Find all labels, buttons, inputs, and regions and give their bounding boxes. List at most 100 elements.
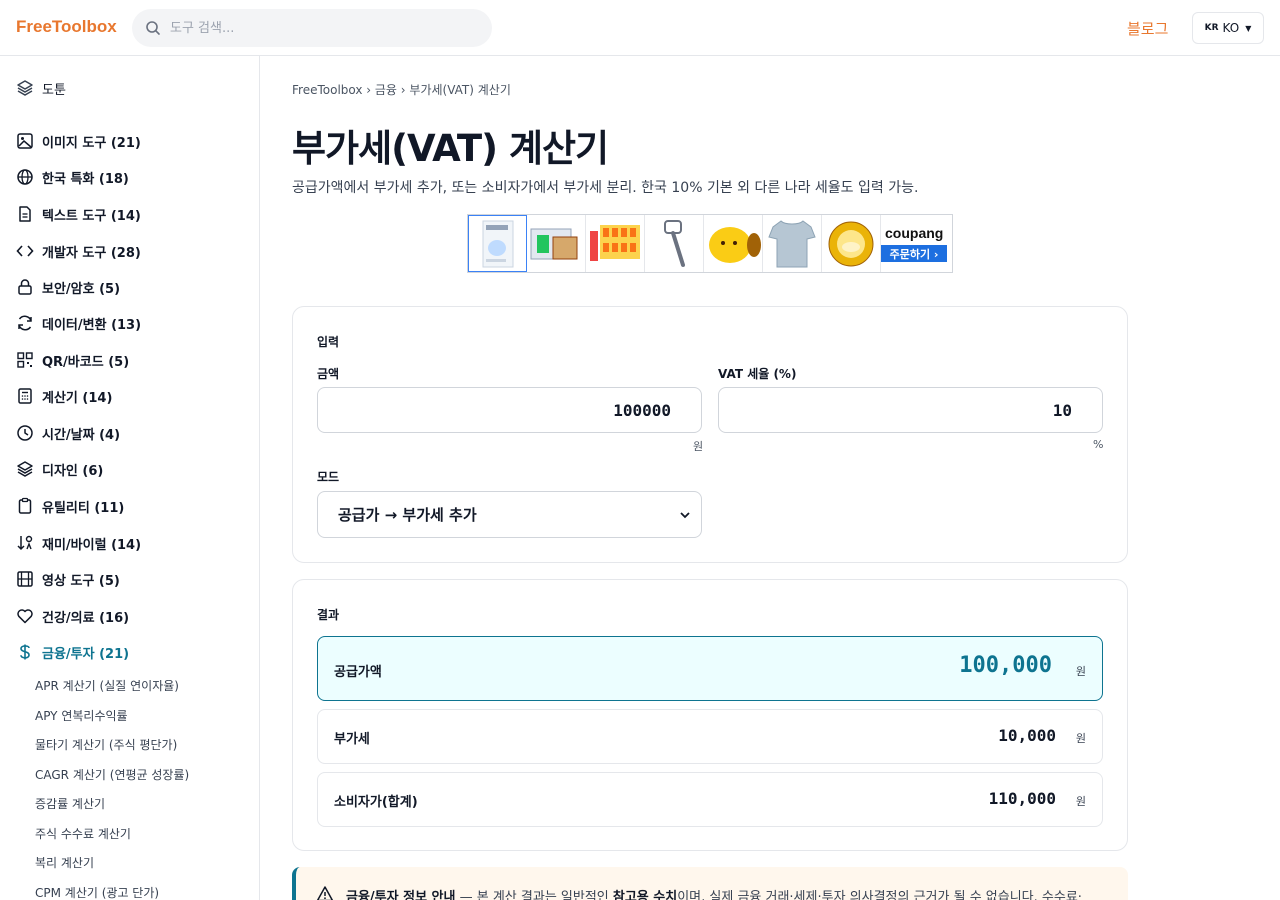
sort-icon [17, 535, 33, 551]
tshirt-image-icon [768, 220, 816, 268]
sidebar-item-label: QR/바코드 (5) [42, 354, 130, 370]
search-bar[interactable] [132, 9, 492, 47]
calculator-icon [18, 388, 32, 404]
book-image-icon [482, 220, 514, 268]
breadcrumb[interactable]: FreeToolbox › 금융 › 부가세(VAT) 계산기 [292, 81, 511, 98]
ad-product-drinks[interactable] [586, 215, 645, 272]
code-icon [16, 245, 34, 257]
sidebar-item-health[interactable]: 건강/의료 (16) [16, 605, 129, 627]
sidebar-item-label: 이미지 도구 (21) [42, 135, 141, 151]
sidebar-item-label: 도툰 [42, 82, 66, 98]
eye-patch-image-icon [828, 221, 874, 267]
blog-link[interactable]: 블로그 [1127, 18, 1168, 39]
sidebar-item-label: 보안/암호 (5) [42, 281, 121, 297]
amount-field[interactable] [317, 387, 702, 433]
sidebar-item-security[interactable]: 보안/암호 (5) [16, 276, 120, 298]
result-value: 100,000 [959, 653, 1052, 678]
sidebar: 도툰 이미지 도구 (21) 한국 특화 (18) 텍스트 도구 (14) 개발… [0, 56, 260, 900]
sidebar-subitem-change-rate[interactable]: 증감률 계산기 [35, 795, 105, 812]
vat-rate-field[interactable] [718, 387, 1103, 433]
input-card: 입력 금액 원 VAT 세율 (%) % 모드 공급가 → 부가세 추가 [292, 306, 1128, 563]
globe-icon [17, 169, 33, 185]
lock-icon [18, 279, 32, 295]
sidebar-subitem-avg-price[interactable]: 물타기 계산기 (주식 평단가) [35, 736, 177, 753]
sidebar-item-time[interactable]: 시간/날짜 (4) [16, 422, 120, 444]
drinks-image-icon [590, 225, 640, 261]
top-header: FreeToolbox 블로그 KR KO ▼ [0, 0, 1280, 56]
sidebar-item-utility[interactable]: 유틸리티 (11) [16, 495, 124, 517]
ad-banner[interactable]: coupang 주문하기 › [467, 214, 953, 273]
clipboard-icon [18, 497, 32, 514]
sidebar-item-finance[interactable]: 금융/투자 (21) [16, 641, 129, 663]
result-total-row: 소비자가(합계) 110,000 원 [317, 772, 1103, 827]
clock-icon [17, 425, 33, 441]
mode-select[interactable]: 공급가 → 부가세 추가 [317, 491, 702, 538]
notice-text-part1: — 본 계산 결과는 일반적인 [455, 890, 613, 900]
sidebar-subitem-compound[interactable]: 복리 계산기 [35, 854, 94, 871]
ad-product-peeler[interactable] [645, 215, 704, 272]
vat-rate-label: VAT 세율 (%) [718, 367, 797, 381]
dollar-icon [20, 644, 30, 660]
result-vat-row: 부가세 10,000 원 [317, 709, 1103, 764]
sidebar-item-label: 텍스트 도구 (14) [42, 208, 141, 224]
film-icon [17, 571, 33, 587]
sidebar-item-home[interactable]: 도툰 [16, 77, 66, 99]
sidebar-subitem-apr[interactable]: APR 계산기 (실질 연이자율) [35, 677, 179, 694]
notice-text: 금융/투자 정보 안내 — 본 계산 결과는 일반적인 참고용 수치이며, 실제… [346, 886, 1082, 900]
sidebar-item-dev[interactable]: 개발자 도구 (28) [16, 240, 141, 262]
pillow-image-icon [709, 227, 761, 263]
sidebar-item-data[interactable]: 데이터/변환 (13) [16, 312, 141, 334]
ad-product-tshirt[interactable] [763, 215, 822, 272]
heart-icon [17, 609, 33, 624]
coupang-logo: coupang [885, 225, 944, 241]
sidebar-item-image[interactable]: 이미지 도구 (21) [16, 130, 141, 152]
sidebar-item-label: 데이터/변환 (13) [42, 317, 142, 333]
sidebar-item-label: 금융/투자 (21) [42, 646, 130, 662]
result-value: 110,000 [988, 789, 1056, 808]
page-title: 부가세(VAT) 계산기 [292, 127, 609, 170]
ad-product-book[interactable] [468, 215, 527, 272]
file-text-icon [19, 206, 31, 222]
sidebar-item-label: 한국 특화 (18) [42, 171, 129, 187]
sidebar-item-korea[interactable]: 한국 특화 (18) [16, 166, 129, 188]
language-selector[interactable]: KR KO ▼ [1192, 12, 1264, 44]
sidebar-item-label: 계산기 (14) [42, 390, 113, 406]
sidebar-item-fun[interactable]: 재미/바이럴 (14) [16, 532, 141, 554]
qr-icon [17, 352, 33, 368]
ad-product-pillow[interactable] [704, 215, 763, 272]
sidebar-subitem-cagr[interactable]: CAGR 계산기 (연평균 성장률) [35, 766, 189, 783]
result-unit: 원 [1075, 665, 1086, 678]
sidebar-item-text[interactable]: 텍스트 도구 (14) [16, 203, 141, 225]
vat-rate-input[interactable] [719, 388, 1102, 432]
layers-icon [17, 80, 33, 96]
peeler-image-icon [664, 220, 685, 267]
order-button[interactable]: 주문하기 › [881, 245, 947, 262]
mode-selected-value: 공급가 → 부가세 추가 [338, 506, 477, 524]
result-supply-row: 공급가액 100,000 원 [317, 636, 1103, 701]
mode-label: 모드 [317, 470, 340, 484]
finance-notice: 금융/투자 정보 안내 — 본 계산 결과는 일반적인 참고용 수치이며, 실제… [292, 867, 1128, 900]
search-input[interactable] [170, 9, 470, 47]
caret-down-icon: ▼ [1245, 23, 1252, 33]
result-label: 부가세 [334, 732, 370, 747]
sidebar-item-video[interactable]: 영상 도구 (5) [16, 568, 120, 590]
sidebar-subitem-cpm[interactable]: CPM 계산기 (광고 단가) [35, 884, 159, 900]
site-logo[interactable]: FreeToolbox [16, 17, 117, 37]
sidebar-item-qr[interactable]: QR/바코드 (5) [16, 349, 129, 371]
amount-label: 금액 [317, 367, 340, 381]
sidebar-item-calculator[interactable]: 계산기 (14) [16, 385, 112, 407]
sidebar-item-label: 시간/날짜 (4) [42, 427, 121, 443]
vat-rate-unit: % [1093, 438, 1104, 451]
sidebar-subitem-stock-fee[interactable]: 주식 수수료 계산기 [35, 825, 131, 842]
ad-product-eye-patch[interactable] [822, 215, 881, 272]
layers-icon [17, 461, 33, 477]
coupang-promo[interactable]: coupang 주문하기 › [881, 215, 952, 272]
sidebar-subitem-apy[interactable]: APY 연복리수익률 [35, 707, 128, 724]
notice-emphasis: 참고용 수치 [612, 890, 678, 900]
notice-title: 금융/투자 정보 안내 [346, 890, 456, 900]
amount-input[interactable] [318, 388, 701, 432]
ad-product-milk[interactable] [527, 215, 586, 272]
sidebar-item-design[interactable]: 디자인 (6) [16, 458, 103, 480]
result-unit: 원 [1075, 795, 1086, 808]
language-label: KO [1222, 21, 1240, 35]
